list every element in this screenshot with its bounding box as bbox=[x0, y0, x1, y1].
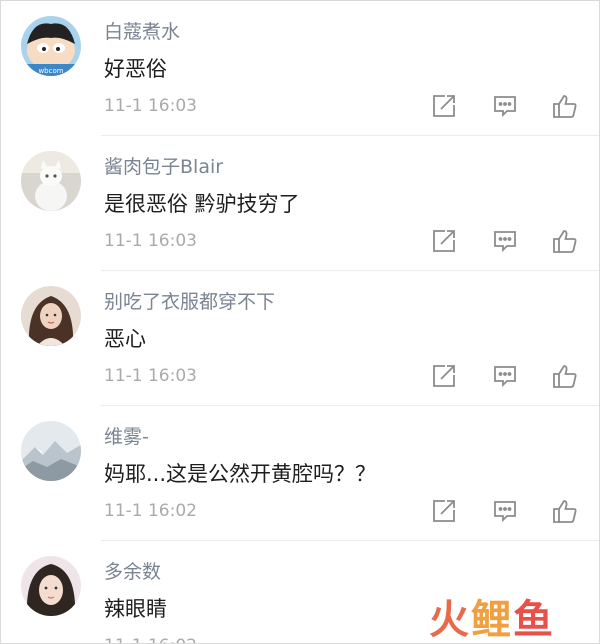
timestamp: 11-1 16:03 bbox=[104, 96, 197, 116]
username[interactable]: 别吃了衣服都穿不下 bbox=[104, 287, 275, 314]
watermark-logo: 火鲤鱼 bbox=[429, 597, 555, 643]
comment-text: 是很恶俗 黔驴技穷了 bbox=[104, 192, 300, 216]
reply-icon[interactable] bbox=[492, 228, 518, 254]
username[interactable]: 酱肉包子Blair bbox=[104, 152, 223, 179]
watermark-char: 鱼 bbox=[513, 597, 555, 643]
comment-item: wbcom 白蔻煮水 好恶俗 11-1 16:03 bbox=[1, 1, 599, 136]
username[interactable]: 多余数 bbox=[104, 557, 161, 584]
timestamp: 11-1 16:02 bbox=[104, 501, 197, 521]
share-icon[interactable] bbox=[431, 498, 457, 524]
timestamp: 11-1 16:03 bbox=[104, 231, 197, 251]
comment-text: 恶心 bbox=[104, 327, 146, 351]
reply-icon[interactable] bbox=[492, 363, 518, 389]
comment-text: 妈耶...这是公然开黄腔吗？？ bbox=[104, 462, 377, 486]
watermark-char: 火 bbox=[429, 597, 471, 643]
svg-text:wbcom: wbcom bbox=[38, 67, 63, 75]
user-avatar[interactable] bbox=[21, 421, 81, 481]
like-icon[interactable] bbox=[552, 363, 578, 389]
timestamp: 11-1 16:02 bbox=[104, 636, 197, 643]
reply-icon[interactable] bbox=[492, 93, 518, 119]
comment-text: 好恶俗 bbox=[104, 57, 167, 81]
user-avatar[interactable]: wbcom bbox=[21, 16, 81, 76]
username[interactable]: 白蔻煮水 bbox=[104, 17, 180, 44]
username[interactable]: 维雾- bbox=[104, 422, 149, 449]
user-avatar[interactable] bbox=[21, 286, 81, 346]
comment-item: 维雾- 妈耶...这是公然开黄腔吗？？ 11-1 16:02 bbox=[1, 406, 599, 541]
comment-item: 别吃了衣服都穿不下 恶心 11-1 16:03 bbox=[1, 271, 599, 406]
like-icon[interactable] bbox=[552, 93, 578, 119]
comment-text: 辣眼睛 bbox=[104, 597, 167, 621]
timestamp: 11-1 16:03 bbox=[104, 366, 197, 386]
share-icon[interactable] bbox=[431, 228, 457, 254]
comment-item: 酱肉包子Blair 是很恶俗 黔驴技穷了 11-1 16:03 bbox=[1, 136, 599, 271]
watermark-char: 鲤 bbox=[471, 597, 513, 643]
like-icon[interactable] bbox=[552, 228, 578, 254]
user-avatar[interactable] bbox=[21, 151, 81, 211]
like-icon[interactable] bbox=[552, 498, 578, 524]
share-icon[interactable] bbox=[431, 93, 457, 119]
reply-icon[interactable] bbox=[492, 498, 518, 524]
user-avatar[interactable] bbox=[21, 556, 81, 616]
comment-list: wbcom 白蔻煮水 好恶俗 11-1 16:03 酱肉包子Blair 是很恶俗… bbox=[0, 0, 600, 644]
share-icon[interactable] bbox=[431, 363, 457, 389]
